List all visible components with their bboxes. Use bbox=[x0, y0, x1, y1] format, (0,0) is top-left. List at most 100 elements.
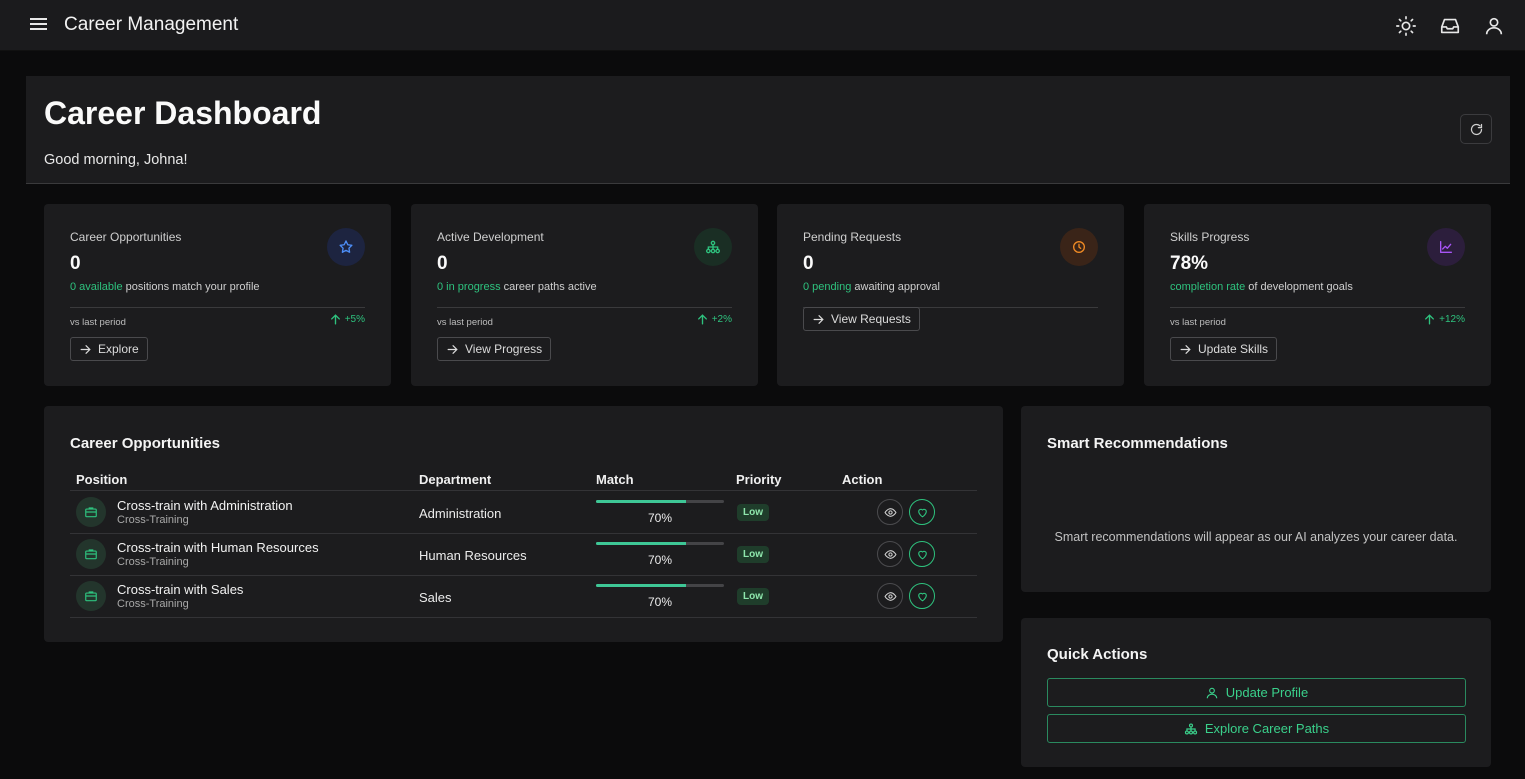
match-bar bbox=[596, 542, 724, 545]
comparison-label: vs last period bbox=[70, 317, 126, 328]
eye-icon bbox=[883, 591, 897, 601]
refresh-icon bbox=[1470, 123, 1482, 135]
trend-indicator: +12% bbox=[1423, 313, 1465, 326]
table-row: Cross-train with Administration Cross-Tr… bbox=[70, 491, 977, 533]
arrow-right-icon bbox=[813, 314, 824, 324]
match-percent: 70% bbox=[648, 595, 673, 609]
arrow-right-icon bbox=[1180, 344, 1191, 354]
app-title: Career Management bbox=[64, 14, 239, 35]
divider bbox=[70, 307, 365, 308]
section-title: Smart Recommendations bbox=[1047, 435, 1228, 452]
section-title: Quick Actions bbox=[1047, 646, 1148, 663]
refresh-button[interactable] bbox=[1460, 114, 1492, 144]
position-type: Cross-Training bbox=[117, 556, 189, 568]
stat-subtitle: 0 pending awaiting approval bbox=[803, 281, 940, 293]
favorite-button[interactable] bbox=[909, 499, 935, 525]
stat-value: 0 bbox=[803, 253, 814, 274]
trend-indicator: +5% bbox=[329, 313, 365, 326]
table-row: Cross-train with Sales Cross-Training Sa… bbox=[70, 575, 977, 617]
empty-state-message: Smart recommendations will appear as our… bbox=[1054, 530, 1458, 544]
priority-badge: Low bbox=[737, 546, 769, 563]
favorite-button[interactable] bbox=[909, 583, 935, 609]
chart-line-icon bbox=[1427, 228, 1465, 266]
column-header-position: Position bbox=[76, 472, 128, 487]
priority-badge: Low bbox=[737, 588, 769, 605]
view-button[interactable] bbox=[877, 499, 903, 525]
priority-badge: Low bbox=[737, 504, 769, 521]
stat-value: 0 bbox=[437, 253, 448, 274]
divider bbox=[437, 307, 732, 308]
position-title: Cross-train with Sales bbox=[117, 582, 244, 597]
stat-value: 0 bbox=[70, 253, 81, 274]
briefcase-icon bbox=[76, 497, 106, 527]
inbox-icon[interactable] bbox=[1439, 15, 1461, 37]
stat-title: Pending Requests bbox=[803, 230, 902, 244]
position-title: Cross-train with Administration bbox=[117, 498, 293, 513]
match-percent: 70% bbox=[648, 511, 673, 525]
quick-actions-panel: Quick Actions Update Profile Explore Car… bbox=[1021, 618, 1491, 767]
column-header-match: Match bbox=[596, 472, 634, 487]
greeting-text: Good morning, Johna! bbox=[44, 152, 188, 168]
menu-icon[interactable] bbox=[30, 15, 52, 35]
favorite-button[interactable] bbox=[909, 541, 935, 567]
sitemap-icon bbox=[1184, 722, 1197, 735]
arrow-right-icon bbox=[80, 344, 91, 354]
briefcase-icon bbox=[76, 539, 106, 569]
department: Human Resources bbox=[419, 548, 527, 563]
eye-icon bbox=[883, 507, 897, 517]
heart-icon bbox=[917, 592, 927, 601]
divider bbox=[1170, 307, 1465, 308]
heart-icon bbox=[917, 508, 927, 517]
table-row: Cross-train with Human Resources Cross-T… bbox=[70, 533, 977, 575]
update-skills-button[interactable]: Update Skills bbox=[1170, 337, 1278, 361]
position-type: Cross-Training bbox=[117, 514, 189, 526]
column-header-department: Department bbox=[419, 472, 492, 487]
stat-card-active-development: Active Development 0 0 in progress caree… bbox=[411, 204, 758, 386]
comparison-label: vs last period bbox=[1170, 317, 1226, 328]
trend-indicator: +2% bbox=[696, 313, 732, 326]
position-title: Cross-train with Human Resources bbox=[117, 540, 319, 555]
view-button[interactable] bbox=[877, 583, 903, 609]
stat-subtitle: 0 in progress career paths active bbox=[437, 281, 597, 293]
arrow-up-icon bbox=[1425, 314, 1435, 325]
match-percent: 70% bbox=[648, 553, 673, 567]
user-account-icon[interactable] bbox=[1483, 15, 1505, 37]
comparison-label: vs last period bbox=[437, 317, 493, 328]
star-icon bbox=[327, 228, 365, 266]
stat-subtitle: completion rate of development goals bbox=[1170, 281, 1353, 293]
sitemap-icon bbox=[694, 228, 732, 266]
view-requests-button[interactable]: View Requests bbox=[803, 307, 920, 331]
update-profile-button[interactable]: Update Profile bbox=[1047, 678, 1466, 707]
section-title: Career Opportunities bbox=[70, 435, 221, 452]
stat-card-pending-requests: Pending Requests 0 0 pending awaiting ap… bbox=[777, 204, 1124, 386]
clock-icon bbox=[1060, 228, 1098, 266]
table-divider bbox=[70, 617, 977, 618]
view-button[interactable] bbox=[877, 541, 903, 567]
theme-toggle-sun-icon[interactable] bbox=[1395, 15, 1417, 37]
column-header-action: Action bbox=[842, 472, 883, 487]
heart-icon bbox=[917, 550, 927, 559]
explore-career-paths-button[interactable]: Explore Career Paths bbox=[1047, 714, 1466, 743]
explore-button[interactable]: Explore bbox=[70, 337, 148, 361]
stat-card-skills-progress: Skills Progress 78% completion rate of d… bbox=[1144, 204, 1491, 386]
stat-title: Skills Progress bbox=[1170, 230, 1250, 244]
column-header-priority: Priority bbox=[736, 472, 782, 487]
position-type: Cross-Training bbox=[117, 598, 189, 610]
arrow-right-icon bbox=[447, 344, 458, 354]
department: Administration bbox=[419, 506, 502, 521]
user-icon bbox=[1206, 687, 1218, 698]
smart-recommendations-panel: Smart Recommendations Smart recommendati… bbox=[1021, 406, 1491, 592]
stat-value: 78% bbox=[1170, 253, 1209, 274]
arrow-up-icon bbox=[697, 314, 707, 325]
department: Sales bbox=[419, 590, 452, 605]
match-bar bbox=[596, 500, 724, 503]
page-title: Career Dashboard bbox=[44, 95, 322, 131]
top-app-bar: Career Management bbox=[0, 0, 1525, 51]
stat-card-career-opportunities: Career Opportunities 0 0 available posit… bbox=[44, 204, 391, 386]
stat-subtitle: 0 available positions match your profile bbox=[70, 281, 260, 293]
stat-title: Active Development bbox=[437, 230, 544, 244]
briefcase-icon bbox=[76, 581, 106, 611]
arrow-up-icon bbox=[330, 314, 340, 325]
view-progress-button[interactable]: View Progress bbox=[437, 337, 552, 361]
dashboard-header: Career Dashboard Good morning, Johna! bbox=[26, 76, 1510, 184]
